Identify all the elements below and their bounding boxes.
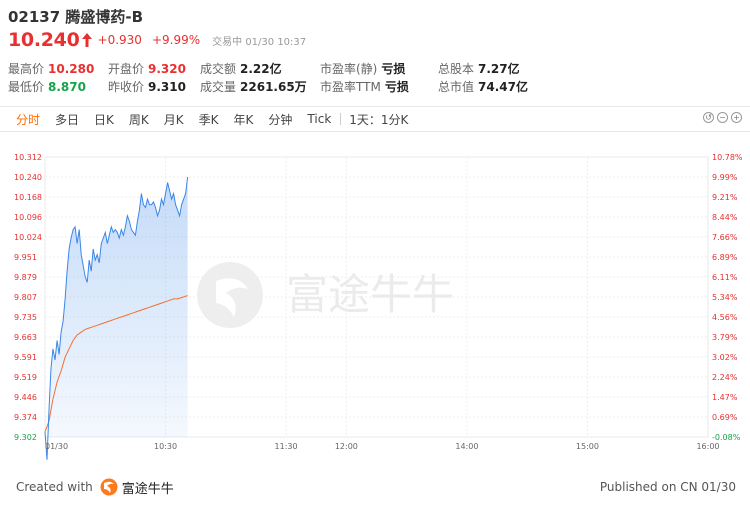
pct-tick-label: -0.08% [712, 433, 741, 442]
footer-brand: 富途牛牛 [121, 481, 174, 497]
tab-day-k[interactable]: 日K [94, 111, 114, 128]
quote-header: 02137 腾盛博药-B 10.240 +0.930 +9.99% 交易中 01… [8, 6, 742, 51]
tab-year-k[interactable]: 年K [234, 111, 254, 128]
stat-volume: 成交量 2261.65万 [200, 80, 307, 94]
tab-divider [340, 113, 342, 125]
chart-tabs-bar: 分时 多日 日K 周K 月K 季K 年K 分钟 Tick 1天：1分K ↺ − … [0, 106, 750, 132]
period-tabs: 分时 多日 日K 周K 月K 季K 年K 分钟 Tick 1天：1分K [0, 107, 750, 131]
footer-credit: Created with 富途牛牛 [16, 478, 174, 497]
created-with-text: Created with [16, 480, 93, 494]
trading-status: 交易中 01/30 10:37 [212, 36, 307, 48]
last-price: 10.240 [8, 29, 80, 51]
zoom-out-icon[interactable]: − [717, 112, 728, 123]
stats-row-2: 最低价 8.870 昨收价 9.310 成交量 2261.65万 市盈率TTM 亏损 总… [8, 78, 608, 96]
time-tick-label: 11:30 [275, 442, 298, 451]
stat-turnover: 成交额 2.22亿 [200, 62, 282, 76]
published-text: Published on CN 01/30 [599, 480, 736, 494]
pct-tick-label: 0.69% [712, 413, 738, 422]
pct-tick-label: 7.66% [712, 233, 738, 242]
up-arrow-icon [81, 33, 92, 47]
watermark: 富途牛牛 [197, 262, 454, 328]
tab-month-k[interactable]: 月K [164, 111, 184, 128]
price-tick-label: 9.519 [14, 373, 37, 382]
price-tick-label: 9.807 [14, 293, 37, 302]
pct-tick-label: 3.79% [712, 333, 738, 342]
time-tick-label: 14:00 [455, 442, 478, 451]
time-tick-label: 16:00 [696, 442, 719, 451]
stat-pe-ttm: 市盈率TTM 亏损 [320, 80, 409, 94]
price-change: +0.930 [97, 33, 142, 47]
price-tick-label: 9.951 [14, 253, 37, 262]
left-price-axis: 10.312 10.240 10.168 10.096 10.024 9.951 9.879… [14, 153, 42, 442]
pct-tick-label: 6.89% [712, 253, 738, 262]
stats-row-1: 最高价 10.280 开盘价 9.320 成交额 2.22亿 市盈率(静) 亏损 总股本… [8, 60, 608, 78]
stat-pe-static: 市盈率(静) 亏损 [320, 62, 406, 76]
stat-shares: 总股本 7.27亿 [438, 62, 520, 76]
price-tick-label: 9.663 [14, 333, 37, 342]
time-tick-label: 15:00 [576, 442, 599, 451]
tab-quarter-k[interactable]: 季K [199, 111, 219, 128]
price-tick-label: 9.735 [14, 313, 37, 322]
watermark-text: 富途牛牛 [286, 270, 454, 319]
price-tick-label: 9.374 [14, 413, 37, 422]
footer: Created with 富途牛牛 Published on CN 01/30 [16, 476, 736, 498]
price-tick-label: 10.096 [14, 213, 42, 222]
tab-multi-day[interactable]: 多日 [55, 111, 79, 128]
pct-tick-label: 10.78% [712, 153, 743, 162]
price-tick-label: 9.302 [14, 433, 37, 442]
zoom-in-icon[interactable]: + [731, 112, 742, 123]
chart-tools: ↺ − + [703, 112, 742, 123]
pct-tick-label: 4.56% [712, 313, 738, 322]
stat-prev-close: 昨收价 9.310 [108, 80, 186, 94]
price-tick-label: 9.591 [14, 353, 37, 362]
pct-tick-label: 9.21% [712, 193, 738, 202]
stock-code: 02137 [8, 8, 61, 26]
stat-mktcap: 总市值 74.47亿 [438, 80, 528, 94]
futu-logo-icon [100, 478, 118, 496]
price-row: 10.240 +0.930 +9.99% 交易中 01/30 10:37 [8, 29, 742, 51]
price-tick-label: 10.168 [14, 193, 42, 202]
price-change-pct: +9.99% [151, 33, 201, 47]
price-tick-label: 9.879 [14, 273, 37, 282]
tab-week-k[interactable]: 周K [129, 111, 149, 128]
interval-selector[interactable]: 1天：1分K [349, 111, 408, 128]
tab-intraday[interactable]: 分时 [16, 111, 40, 128]
stock-title: 02137 腾盛博药-B [8, 6, 742, 28]
time-tick-label: 01/30 [45, 442, 68, 451]
pct-tick-label: 8.44% [712, 213, 738, 222]
price-tick-label: 10.240 [14, 173, 42, 182]
tab-tick[interactable]: Tick [307, 112, 331, 126]
time-axis: 01/30 10:30 11:30 12:00 14:00 15:00 16:00 [45, 442, 720, 451]
reset-icon[interactable]: ↺ [703, 112, 714, 123]
price-tick-label: 9.446 [14, 393, 37, 402]
right-pct-axis: 10.78% 9.99% 9.21% 8.44% 7.66% 6.89% 6.11% 5.34… [712, 153, 743, 442]
stat-high: 最高价 10.280 [8, 62, 95, 76]
pct-tick-label: 2.24% [712, 373, 738, 382]
tab-minute[interactable]: 分钟 [268, 111, 292, 128]
stats-panel: 最高价 10.280 开盘价 9.320 成交额 2.22亿 市盈率(静) 亏损 总股本… [8, 60, 608, 96]
stock-name: 腾盛博药-B [65, 8, 144, 26]
stat-open: 开盘价 9.320 [108, 62, 186, 76]
futu-watermark-icon [197, 262, 263, 328]
price-tick-label: 10.024 [14, 233, 42, 242]
pct-tick-label: 9.99% [712, 173, 738, 182]
pct-tick-label: 5.34% [712, 293, 738, 302]
time-tick-label: 12:00 [335, 442, 358, 451]
stat-low: 最低价 8.870 [8, 80, 86, 94]
pct-tick-label: 3.02% [712, 353, 738, 362]
pct-tick-label: 6.11% [712, 273, 738, 282]
pct-tick-label: 1.47% [712, 393, 738, 402]
price-tick-label: 10.312 [14, 153, 42, 162]
intraday-chart[interactable]: 富途牛牛 10.312 10.240 10.168 10.096 10.024 9.951… [0, 145, 750, 465]
time-tick-label: 10:30 [154, 442, 177, 451]
